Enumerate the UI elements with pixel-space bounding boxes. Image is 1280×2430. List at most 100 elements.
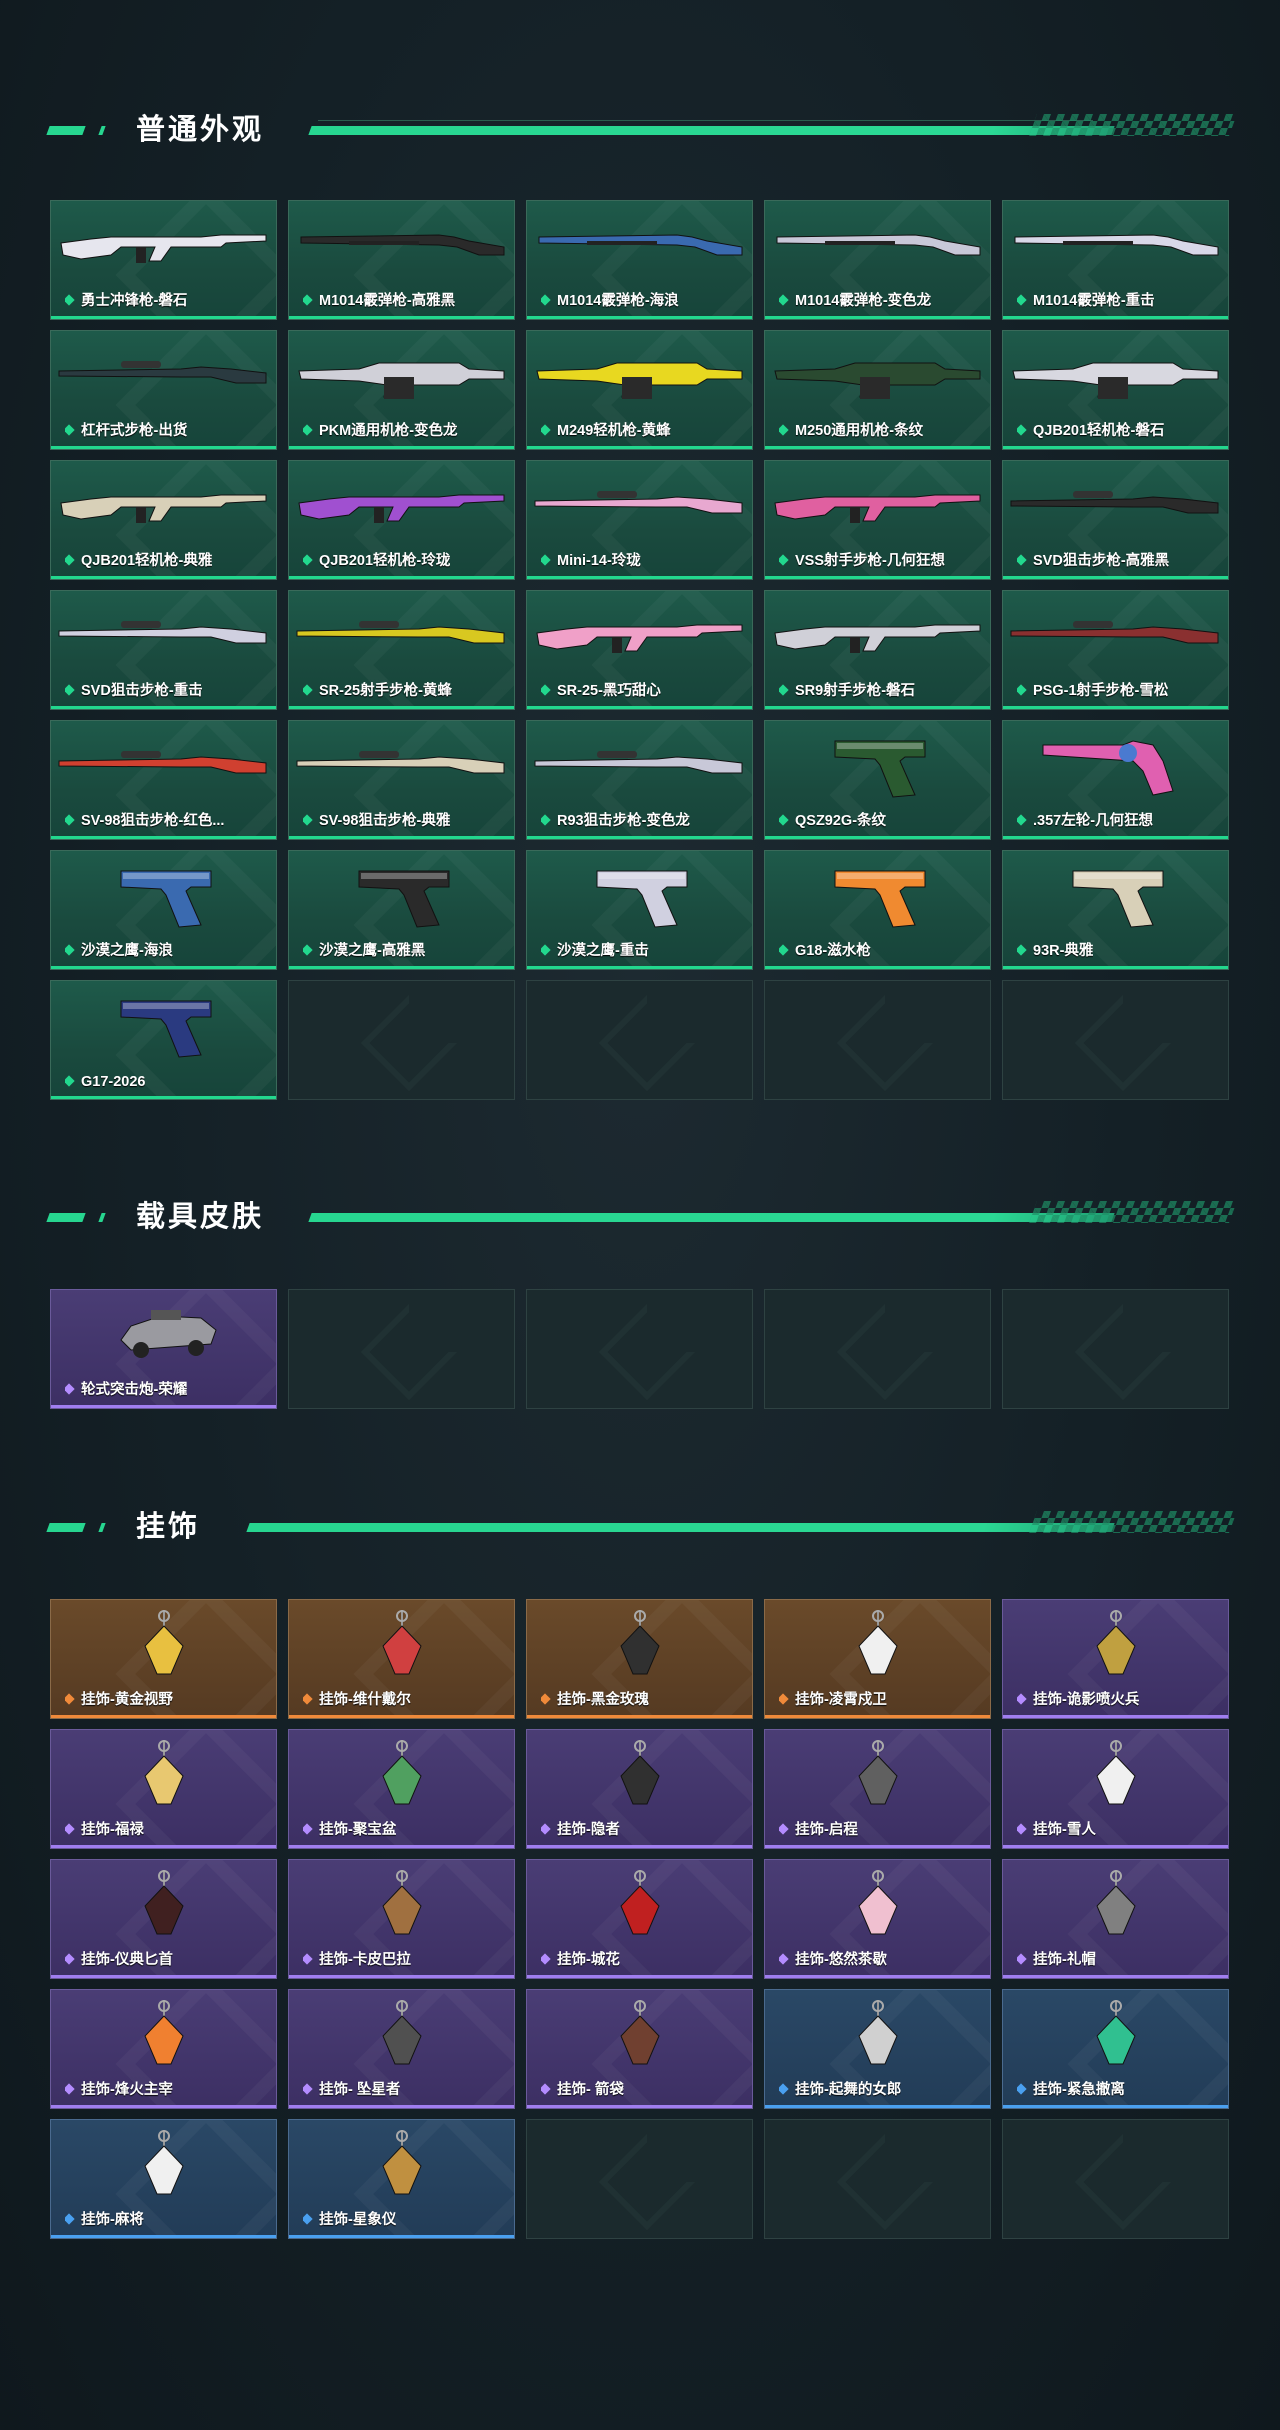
rarity-diamond-icon bbox=[65, 1953, 75, 1965]
placeholder-logo-icon bbox=[1074, 1303, 1172, 1401]
rarity-diamond-icon bbox=[1017, 294, 1027, 306]
item-card[interactable]: M1014霰弹枪-重击 bbox=[1002, 200, 1229, 320]
rarity-diamond-icon bbox=[541, 1823, 551, 1835]
item-card[interactable]: 挂饰-起舞的女郎 bbox=[764, 1989, 991, 2109]
item-card[interactable]: SR-25-黑巧甜心 bbox=[526, 590, 753, 710]
item-card[interactable]: SR-25射手步枪-黄蜂 bbox=[288, 590, 515, 710]
charm-icon bbox=[620, 1740, 660, 1805]
item-card[interactable]: 挂饰-卡皮巴拉 bbox=[288, 1859, 515, 1979]
rarity-diamond-icon bbox=[779, 1823, 789, 1835]
item-card[interactable]: 挂饰-仪典匕首 bbox=[50, 1859, 277, 1979]
rarity-diamond-icon bbox=[541, 814, 551, 826]
item-label: PKM通用机枪-变色龙 bbox=[303, 419, 458, 440]
item-label: .357左轮-几何狂想 bbox=[1017, 809, 1153, 830]
item-card[interactable]: 挂饰- 箭袋 bbox=[526, 1989, 753, 2109]
charm-icon bbox=[1096, 2000, 1136, 2065]
item-card[interactable]: QSZ92G-条纹 bbox=[764, 720, 991, 840]
charm-icon bbox=[144, 1610, 184, 1675]
item-card[interactable]: SVD狙击步枪-高雅黑 bbox=[1002, 460, 1229, 580]
item-card[interactable]: 挂饰-麻将 bbox=[50, 2119, 277, 2239]
sniper-icon bbox=[534, 751, 743, 774]
item-card[interactable]: G17-2026 bbox=[50, 980, 277, 1100]
item-label: 挂饰-福禄 bbox=[65, 1818, 144, 1839]
placeholder-logo-icon bbox=[1074, 994, 1172, 1092]
rarity-diamond-icon bbox=[541, 944, 551, 956]
item-label: PSG-1射手步枪-雪松 bbox=[1017, 679, 1168, 700]
item-card[interactable]: 沙漠之鹰-重击 bbox=[526, 850, 753, 970]
rarity-diamond-icon bbox=[779, 814, 789, 826]
item-label: VSS射手步枪-几何狂想 bbox=[779, 549, 945, 570]
item-card[interactable]: 挂饰-城花 bbox=[526, 1859, 753, 1979]
item-card[interactable]: 挂饰-悠然茶歇 bbox=[764, 1859, 991, 1979]
sniper-icon bbox=[296, 621, 505, 644]
item-card[interactable]: .357左轮-几何狂想 bbox=[1002, 720, 1229, 840]
item-card[interactable]: 挂饰-隐者 bbox=[526, 1729, 753, 1849]
item-card[interactable]: G18-滋水枪 bbox=[764, 850, 991, 970]
item-label: 挂饰-诡影喷火兵 bbox=[1017, 1688, 1139, 1709]
item-card[interactable]: 杠杆式步枪-出货 bbox=[50, 330, 277, 450]
item-card[interactable]: M1014霰弹枪-高雅黑 bbox=[288, 200, 515, 320]
item-card[interactable]: 挂饰-诡影喷火兵 bbox=[1002, 1599, 1229, 1719]
rarity-diamond-icon bbox=[1017, 2083, 1027, 2095]
item-card[interactable]: 93R-典雅 bbox=[1002, 850, 1229, 970]
item-card[interactable]: M250通用机枪-条纹 bbox=[764, 330, 991, 450]
rarity-diamond-icon bbox=[65, 2083, 75, 2095]
item-card[interactable]: M1014霰弹枪-变色龙 bbox=[764, 200, 991, 320]
item-card[interactable]: 挂饰-启程 bbox=[764, 1729, 991, 1849]
item-card[interactable]: QJB201轻机枪-玲珑 bbox=[288, 460, 515, 580]
item-label: 挂饰-启程 bbox=[779, 1818, 858, 1839]
item-card[interactable]: 挂饰-聚宝盆 bbox=[288, 1729, 515, 1849]
rarity-diamond-icon bbox=[779, 684, 789, 696]
rarity-diamond-icon bbox=[65, 1823, 75, 1835]
item-card[interactable]: 勇士冲锋枪-磐石 bbox=[50, 200, 277, 320]
item-card[interactable]: 轮式突击炮-荣耀 bbox=[50, 1289, 277, 1409]
item-card[interactable]: M249轻机枪-黄蜂 bbox=[526, 330, 753, 450]
item-card[interactable]: 挂饰-烽火主宰 bbox=[50, 1989, 277, 2109]
item-card[interactable]: 挂饰-维什戴尔 bbox=[288, 1599, 515, 1719]
rifle-icon bbox=[60, 234, 267, 263]
item-label: M250通用机枪-条纹 bbox=[779, 419, 923, 440]
sniper-icon bbox=[1010, 621, 1219, 644]
item-card[interactable]: 挂饰- 坠星者 bbox=[288, 1989, 515, 2109]
rarity-diamond-icon bbox=[65, 424, 75, 436]
item-card[interactable]: 挂饰-黑金玫瑰 bbox=[526, 1599, 753, 1719]
charm-icon bbox=[1096, 1610, 1136, 1675]
rifle-icon bbox=[60, 494, 267, 523]
item-card[interactable]: VSS射手步枪-几何狂想 bbox=[764, 460, 991, 580]
item-label: 挂饰-仪典匕首 bbox=[65, 1948, 173, 1969]
item-card[interactable]: 沙漠之鹰-高雅黑 bbox=[288, 850, 515, 970]
item-card[interactable]: SVD狙击步枪-重击 bbox=[50, 590, 277, 710]
item-card[interactable]: 沙漠之鹰-海浪 bbox=[50, 850, 277, 970]
item-card[interactable]: SV-98狙击步枪-红色... bbox=[50, 720, 277, 840]
rarity-diamond-icon bbox=[541, 294, 551, 306]
item-card[interactable]: 挂饰-凌霄戍卫 bbox=[764, 1599, 991, 1719]
item-card[interactable]: 挂饰-雪人 bbox=[1002, 1729, 1229, 1849]
item-card[interactable]: QJB201轻机枪-磐石 bbox=[1002, 330, 1229, 450]
item-card[interactable]: PKM通用机枪-变色龙 bbox=[288, 330, 515, 450]
item-card[interactable]: 挂饰-福禄 bbox=[50, 1729, 277, 1849]
empty-slot bbox=[288, 980, 515, 1100]
rarity-diamond-icon bbox=[541, 424, 551, 436]
item-label: M249轻机枪-黄蜂 bbox=[541, 419, 671, 440]
item-card[interactable]: SV-98狙击步枪-典雅 bbox=[288, 720, 515, 840]
item-label: 挂饰-紧急撤离 bbox=[1017, 2078, 1125, 2099]
item-card[interactable]: 挂饰-礼帽 bbox=[1002, 1859, 1229, 1979]
charm-icon bbox=[620, 1610, 660, 1675]
item-label: 挂饰- 坠星者 bbox=[303, 2078, 400, 2099]
item-label: 挂饰-礼帽 bbox=[1017, 1948, 1096, 1969]
vehicle-icon bbox=[120, 1310, 217, 1358]
empty-slot bbox=[1002, 1289, 1229, 1409]
item-card[interactable]: SR9射手步枪-磐石 bbox=[764, 590, 991, 710]
item-card[interactable]: 挂饰-星象仪 bbox=[288, 2119, 515, 2239]
item-card[interactable]: R93狙击步枪-变色龙 bbox=[526, 720, 753, 840]
item-card[interactable]: 挂饰-紧急撤离 bbox=[1002, 1989, 1229, 2109]
rarity-diamond-icon bbox=[541, 554, 551, 566]
item-card[interactable]: QJB201轻机枪-典雅 bbox=[50, 460, 277, 580]
item-card[interactable]: Mini-14-玲珑 bbox=[526, 460, 753, 580]
item-card[interactable]: 挂饰-黄金视野 bbox=[50, 1599, 277, 1719]
rarity-diamond-icon bbox=[65, 1383, 75, 1395]
item-card[interactable]: M1014霰弹枪-海浪 bbox=[526, 200, 753, 320]
item-card[interactable]: PSG-1射手步枪-雪松 bbox=[1002, 590, 1229, 710]
rarity-diamond-icon bbox=[303, 2213, 313, 2225]
charm-icon bbox=[382, 1610, 422, 1675]
